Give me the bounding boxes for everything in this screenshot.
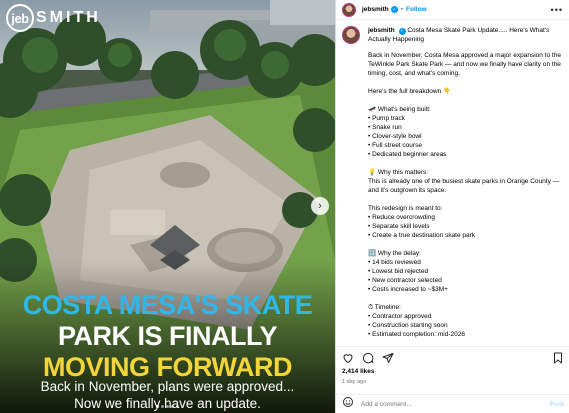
headline-line-1: COSTA MESA'S SKATE [22,290,313,320]
list-item: • Lowest bid rejected [368,268,429,275]
list-item: • Clover-style bowl [368,133,422,140]
list-item: • New contractor selected [368,277,442,284]
heart-icon[interactable] [342,352,354,364]
action-bar [336,346,569,364]
list-item: • Reduce overcrowding [368,214,435,221]
matters-text: This is already one of the busiest skate… [368,178,560,194]
caption-header: jebsmith ✓ Costa Mesa Skate Park Update.… [342,26,564,44]
caption: jebsmith ✓ Costa Mesa Skate Park Update.… [336,26,569,340]
post-timestamp[interactable]: 1 day ago [342,379,366,385]
follow-button[interactable]: Follow [406,6,427,13]
carousel-dot [161,405,164,408]
subtitle-line-2: Now we finally have an update. [74,396,261,411]
chevron-right-icon: › [318,200,322,212]
separator-dot: • [400,6,404,13]
comment-bar: Post [336,394,569,413]
delay-heading: 🔢 Why the delay: [368,250,421,257]
bookmark-icon[interactable] [552,352,564,364]
redesign-heading: This redesign is meant to: [368,205,443,212]
verified-badge-icon: ✓ [390,6,398,13]
verified-badge-icon: ✓ [398,28,406,35]
caption-avatar[interactable] [342,26,360,44]
post-header: jebsmith ✓ • Follow ••• [336,0,569,20]
list-item: • Separate skill levels [368,223,430,230]
built-list: • Pump track • Snake run • Clover-style … [368,114,566,159]
delay-list: • 14 bids reviewed • Lowest bid rejected… [368,258,566,294]
avatar[interactable] [342,2,356,17]
post-media[interactable]: jeb SMITH › COSTA MESA'S SKATE PARK IS F… [0,0,335,413]
list-item: • Snake run [368,124,402,131]
list-item: • Create a true destination skate park [368,232,476,239]
timeline-list: • Contractor approved • Construction sta… [368,312,566,339]
caption-intro: Back in November, Costa Mesa approved a … [368,52,561,77]
carousel-dot [156,405,159,408]
list-item: • Contractor approved [368,313,432,320]
caption-breakdown: Here's the full breakdown 👇 [368,88,452,95]
post-panel: jebsmith ✓ • Follow ••• jebsmith ✓ Costa… [335,0,569,413]
subtitle-line-1: Back in November, plans were approved... [40,379,295,394]
share-icon[interactable] [382,352,394,364]
caption-title-text: Costa Mesa Skate Park Update..... Here's… [368,27,550,43]
more-options-icon[interactable]: ••• [551,5,563,15]
caption-body: Back in November, Costa Mesa approved a … [368,51,566,339]
post-button[interactable]: Post [550,401,564,408]
carousel-dot [166,405,169,408]
likes-count[interactable]: 2,414 likes [342,368,375,375]
caption-title: jebsmith ✓ Costa Mesa Skate Park Update.… [368,26,558,44]
built-heading: 🛹 What's being built: [368,106,431,113]
timeline-heading: ⏱ Timeline: [368,304,401,311]
brand-logo: jeb SMITH [6,4,101,32]
caption-username[interactable]: jebsmith [368,27,395,34]
list-item: • Construction starting soon [368,322,448,329]
brand-badge: jeb [6,4,34,32]
comment-icon[interactable] [362,352,374,364]
next-slide-button[interactable]: › [311,197,329,215]
list-item: • 14 bids reviewed [368,259,421,266]
list-item: • Costs increased to ~$3M+ [368,286,448,293]
emoji-icon[interactable] [342,395,354,413]
list-item: • Dedicated beginner areas [368,151,447,158]
carousel-dot [171,405,174,408]
carousel-dots [0,405,335,408]
matters-heading: 💡 Why this matters: [368,169,429,176]
list-item: • Full street course [368,142,422,149]
comment-input[interactable] [361,400,543,408]
list-item: • Pump track [368,115,405,122]
headline-line-2: PARK IS FINALLY [57,321,278,351]
list-item: • Estimated completion: mid-2026 [368,331,465,338]
header-username[interactable]: jebsmith [362,6,389,13]
carousel-dot [176,405,179,408]
brand-text: SMITH [36,9,101,26]
redesign-list: • Reduce overcrowding • Separate skill l… [368,213,566,240]
